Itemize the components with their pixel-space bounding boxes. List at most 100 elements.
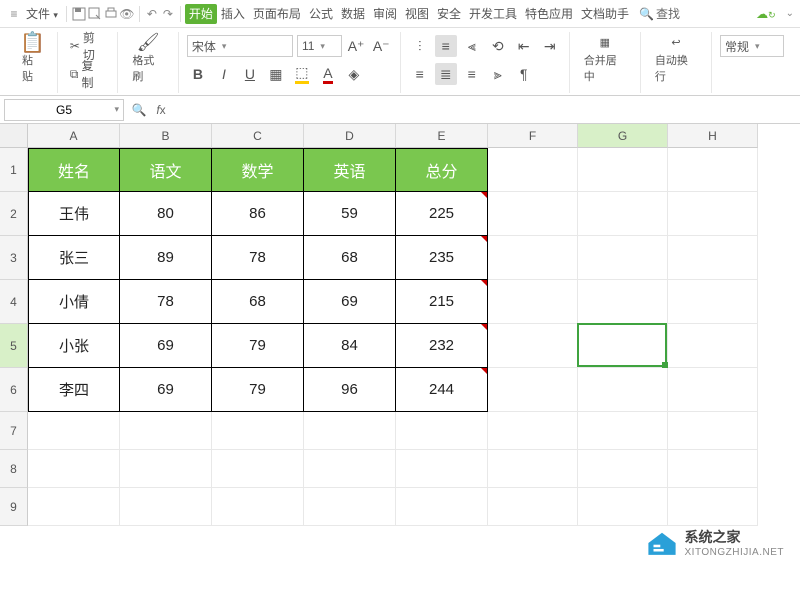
trace-icon[interactable]: 🔍 xyxy=(128,103,150,117)
align-right-icon[interactable]: ≡ xyxy=(461,63,483,85)
cell-C8[interactable] xyxy=(212,450,304,488)
cell-E2[interactable]: 225 xyxy=(396,192,488,236)
cell-G5[interactable] xyxy=(578,324,668,368)
cell-C1[interactable]: 数学 xyxy=(212,148,304,192)
border-button[interactable]: ▦ xyxy=(265,63,287,85)
format-painter-button[interactable]: 🖌 格式刷 xyxy=(126,32,169,86)
cell-B3[interactable]: 89 xyxy=(120,236,212,280)
cell-E1[interactable]: 总分 xyxy=(396,148,488,192)
align-center-icon[interactable]: ≣ xyxy=(435,63,457,85)
decrease-font-icon[interactable]: A⁻ xyxy=(371,35,392,57)
tab-3[interactable]: 公式 xyxy=(305,4,337,24)
cell-D3[interactable]: 68 xyxy=(304,236,396,280)
tab-7[interactable]: 安全 xyxy=(433,4,465,24)
row-head-9[interactable]: 9 xyxy=(0,488,28,526)
cell-A2[interactable]: 王伟 xyxy=(28,192,120,236)
cell-C9[interactable] xyxy=(212,488,304,526)
cell-A3[interactable]: 张三 xyxy=(28,236,120,280)
copy-button[interactable]: ⧉复制 xyxy=(66,55,110,93)
cell-D6[interactable]: 96 xyxy=(304,368,396,412)
cell-B5[interactable]: 69 xyxy=(120,324,212,368)
cell-H3[interactable] xyxy=(668,236,758,280)
cell-B7[interactable] xyxy=(120,412,212,450)
cell-G7[interactable] xyxy=(578,412,668,450)
tab-1[interactable]: 插入 xyxy=(217,4,249,24)
row-head-7[interactable]: 7 xyxy=(0,412,28,450)
cell-A9[interactable] xyxy=(28,488,120,526)
col-head-C[interactable]: C xyxy=(212,124,304,148)
row-head-6[interactable]: 6 xyxy=(0,368,28,412)
spreadsheet[interactable]: ABCDEFGH 123456789 姓名语文数学英语总分王伟808659225… xyxy=(0,124,800,584)
cell-B9[interactable] xyxy=(120,488,212,526)
col-head-H[interactable]: H xyxy=(668,124,758,148)
cell-H8[interactable] xyxy=(668,450,758,488)
cell-H4[interactable] xyxy=(668,280,758,324)
row-head-2[interactable]: 2 xyxy=(0,192,28,236)
number-format-combo[interactable]: 常规▾ xyxy=(720,35,784,57)
cell-C4[interactable]: 68 xyxy=(212,280,304,324)
tab-5[interactable]: 审阅 xyxy=(369,4,401,24)
cell-A7[interactable] xyxy=(28,412,120,450)
print-preview-icon[interactable]: 👁 xyxy=(119,6,135,22)
cell-H5[interactable] xyxy=(668,324,758,368)
underline-button[interactable]: U xyxy=(239,63,261,85)
cell-D8[interactable] xyxy=(304,450,396,488)
cell-C3[interactable]: 78 xyxy=(212,236,304,280)
cloud-sync-icon[interactable]: ☁↻ xyxy=(756,7,776,21)
cell-F3[interactable] xyxy=(488,236,578,280)
ltr-icon[interactable]: ¶ xyxy=(513,63,535,85)
row-head-3[interactable]: 3 xyxy=(0,236,28,280)
paste-button[interactable]: 📋 粘贴 xyxy=(16,32,49,86)
cell-D1[interactable]: 英语 xyxy=(304,148,396,192)
col-head-G[interactable]: G xyxy=(578,124,668,148)
cell-G3[interactable] xyxy=(578,236,668,280)
cell-G8[interactable] xyxy=(578,450,668,488)
col-head-A[interactable]: A xyxy=(28,124,120,148)
save-icon[interactable] xyxy=(71,6,87,22)
cell-E6[interactable]: 244 xyxy=(396,368,488,412)
cell-F2[interactable] xyxy=(488,192,578,236)
cell-A5[interactable]: 小张 xyxy=(28,324,120,368)
fill-color-button[interactable]: ⬚ xyxy=(291,63,313,85)
cell-E8[interactable] xyxy=(396,450,488,488)
cell-D9[interactable] xyxy=(304,488,396,526)
distribute-icon[interactable]: ⫸ xyxy=(487,63,509,85)
orientation-icon[interactable]: ⟲ xyxy=(487,35,509,57)
cell-H1[interactable] xyxy=(668,148,758,192)
cell-F9[interactable] xyxy=(488,488,578,526)
indent-right-icon[interactable]: ⇥ xyxy=(539,35,561,57)
cell-C2[interactable]: 86 xyxy=(212,192,304,236)
col-head-B[interactable]: B xyxy=(120,124,212,148)
font-size-combo[interactable]: 11▾ xyxy=(297,35,342,57)
cell-B2[interactable]: 80 xyxy=(120,192,212,236)
row-head-5[interactable]: 5 xyxy=(0,324,28,368)
cell-E4[interactable]: 215 xyxy=(396,280,488,324)
formula-input[interactable] xyxy=(172,99,800,121)
cell-G6[interactable] xyxy=(578,368,668,412)
redo-icon[interactable]: ↷ xyxy=(160,6,176,22)
cell-B6[interactable]: 69 xyxy=(120,368,212,412)
cell-F5[interactable] xyxy=(488,324,578,368)
merge-center-button[interactable]: ▦ 合并居中 xyxy=(578,32,632,86)
align-middle-icon[interactable]: ≡ xyxy=(435,35,457,57)
undo-icon[interactable]: ↶ xyxy=(144,6,160,22)
bold-button[interactable]: B xyxy=(187,63,209,85)
cell-F6[interactable] xyxy=(488,368,578,412)
file-menu[interactable]: 文件 ▾ xyxy=(22,2,62,25)
search-button[interactable]: 🔍 查找 xyxy=(639,5,680,22)
cell-D5[interactable]: 84 xyxy=(304,324,396,368)
cell-H2[interactable] xyxy=(668,192,758,236)
cell-B8[interactable] xyxy=(120,450,212,488)
italic-button[interactable]: I xyxy=(213,63,235,85)
cell-C7[interactable] xyxy=(212,412,304,450)
cell-G4[interactable] xyxy=(578,280,668,324)
align-top-icon[interactable]: ⫶ xyxy=(409,35,431,57)
indent-left-icon[interactable]: ⇤ xyxy=(513,35,535,57)
font-name-combo[interactable]: 宋体▾ xyxy=(187,35,293,57)
cell-A8[interactable] xyxy=(28,450,120,488)
menu-icon[interactable]: ≡ xyxy=(6,6,22,22)
cell-A6[interactable]: 李四 xyxy=(28,368,120,412)
cell-F1[interactable] xyxy=(488,148,578,192)
increase-font-icon[interactable]: A⁺ xyxy=(346,35,367,57)
col-head-E[interactable]: E xyxy=(396,124,488,148)
